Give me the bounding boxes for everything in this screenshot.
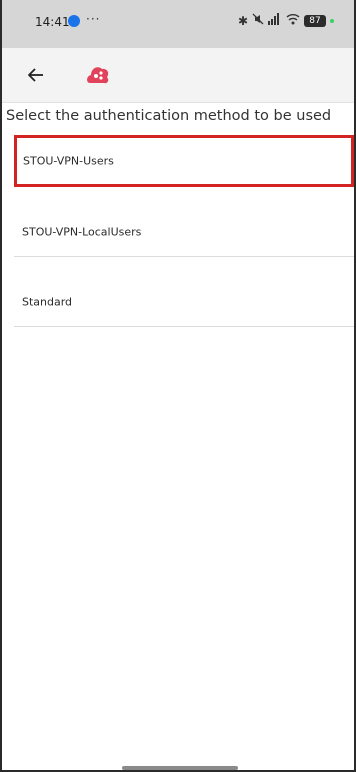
bluetooth-icon: ✱: [237, 13, 248, 28]
battery-icon: 87: [304, 14, 326, 27]
auth-option-stou-vpn-localusers[interactable]: STOU-VPN-LocalUsers: [14, 207, 354, 257]
signal-icon: [268, 13, 282, 28]
status-icons: ✱ 87: [238, 13, 334, 28]
messenger-notification-icon: [68, 15, 80, 27]
auth-option-label: STOU-VPN-LocalUsers: [22, 225, 142, 238]
gesture-nav-handle[interactable]: [122, 766, 238, 770]
auth-method-list: STOU-VPN-Users STOU-VPN-LocalUsers Stand…: [14, 135, 354, 327]
wifi-icon: [286, 13, 300, 28]
status-bar: 14:41 ··· ✱ 87: [2, 0, 354, 48]
arrow-left-icon: [28, 68, 43, 82]
auth-method-prompt: Select the authentication method to be u…: [6, 108, 332, 124]
app-bar: [2, 48, 354, 103]
auth-option-stou-vpn-users[interactable]: STOU-VPN-Users: [14, 135, 354, 187]
charging-indicator: [330, 18, 334, 23]
more-notifications-icon: ···: [86, 12, 101, 26]
auth-option-label: Standard: [22, 295, 73, 308]
phone-screen: 14:41 ··· ✱ 87 Select the authentication…: [0, 0, 356, 772]
auth-option-label: STOU-VPN-Users: [23, 154, 114, 168]
auth-option-standard[interactable]: Standard: [14, 277, 354, 327]
status-time: 14:41: [35, 15, 70, 29]
mute-icon: [252, 13, 264, 28]
cloud-app-logo-icon: [87, 67, 109, 84]
back-button[interactable]: [20, 59, 52, 91]
